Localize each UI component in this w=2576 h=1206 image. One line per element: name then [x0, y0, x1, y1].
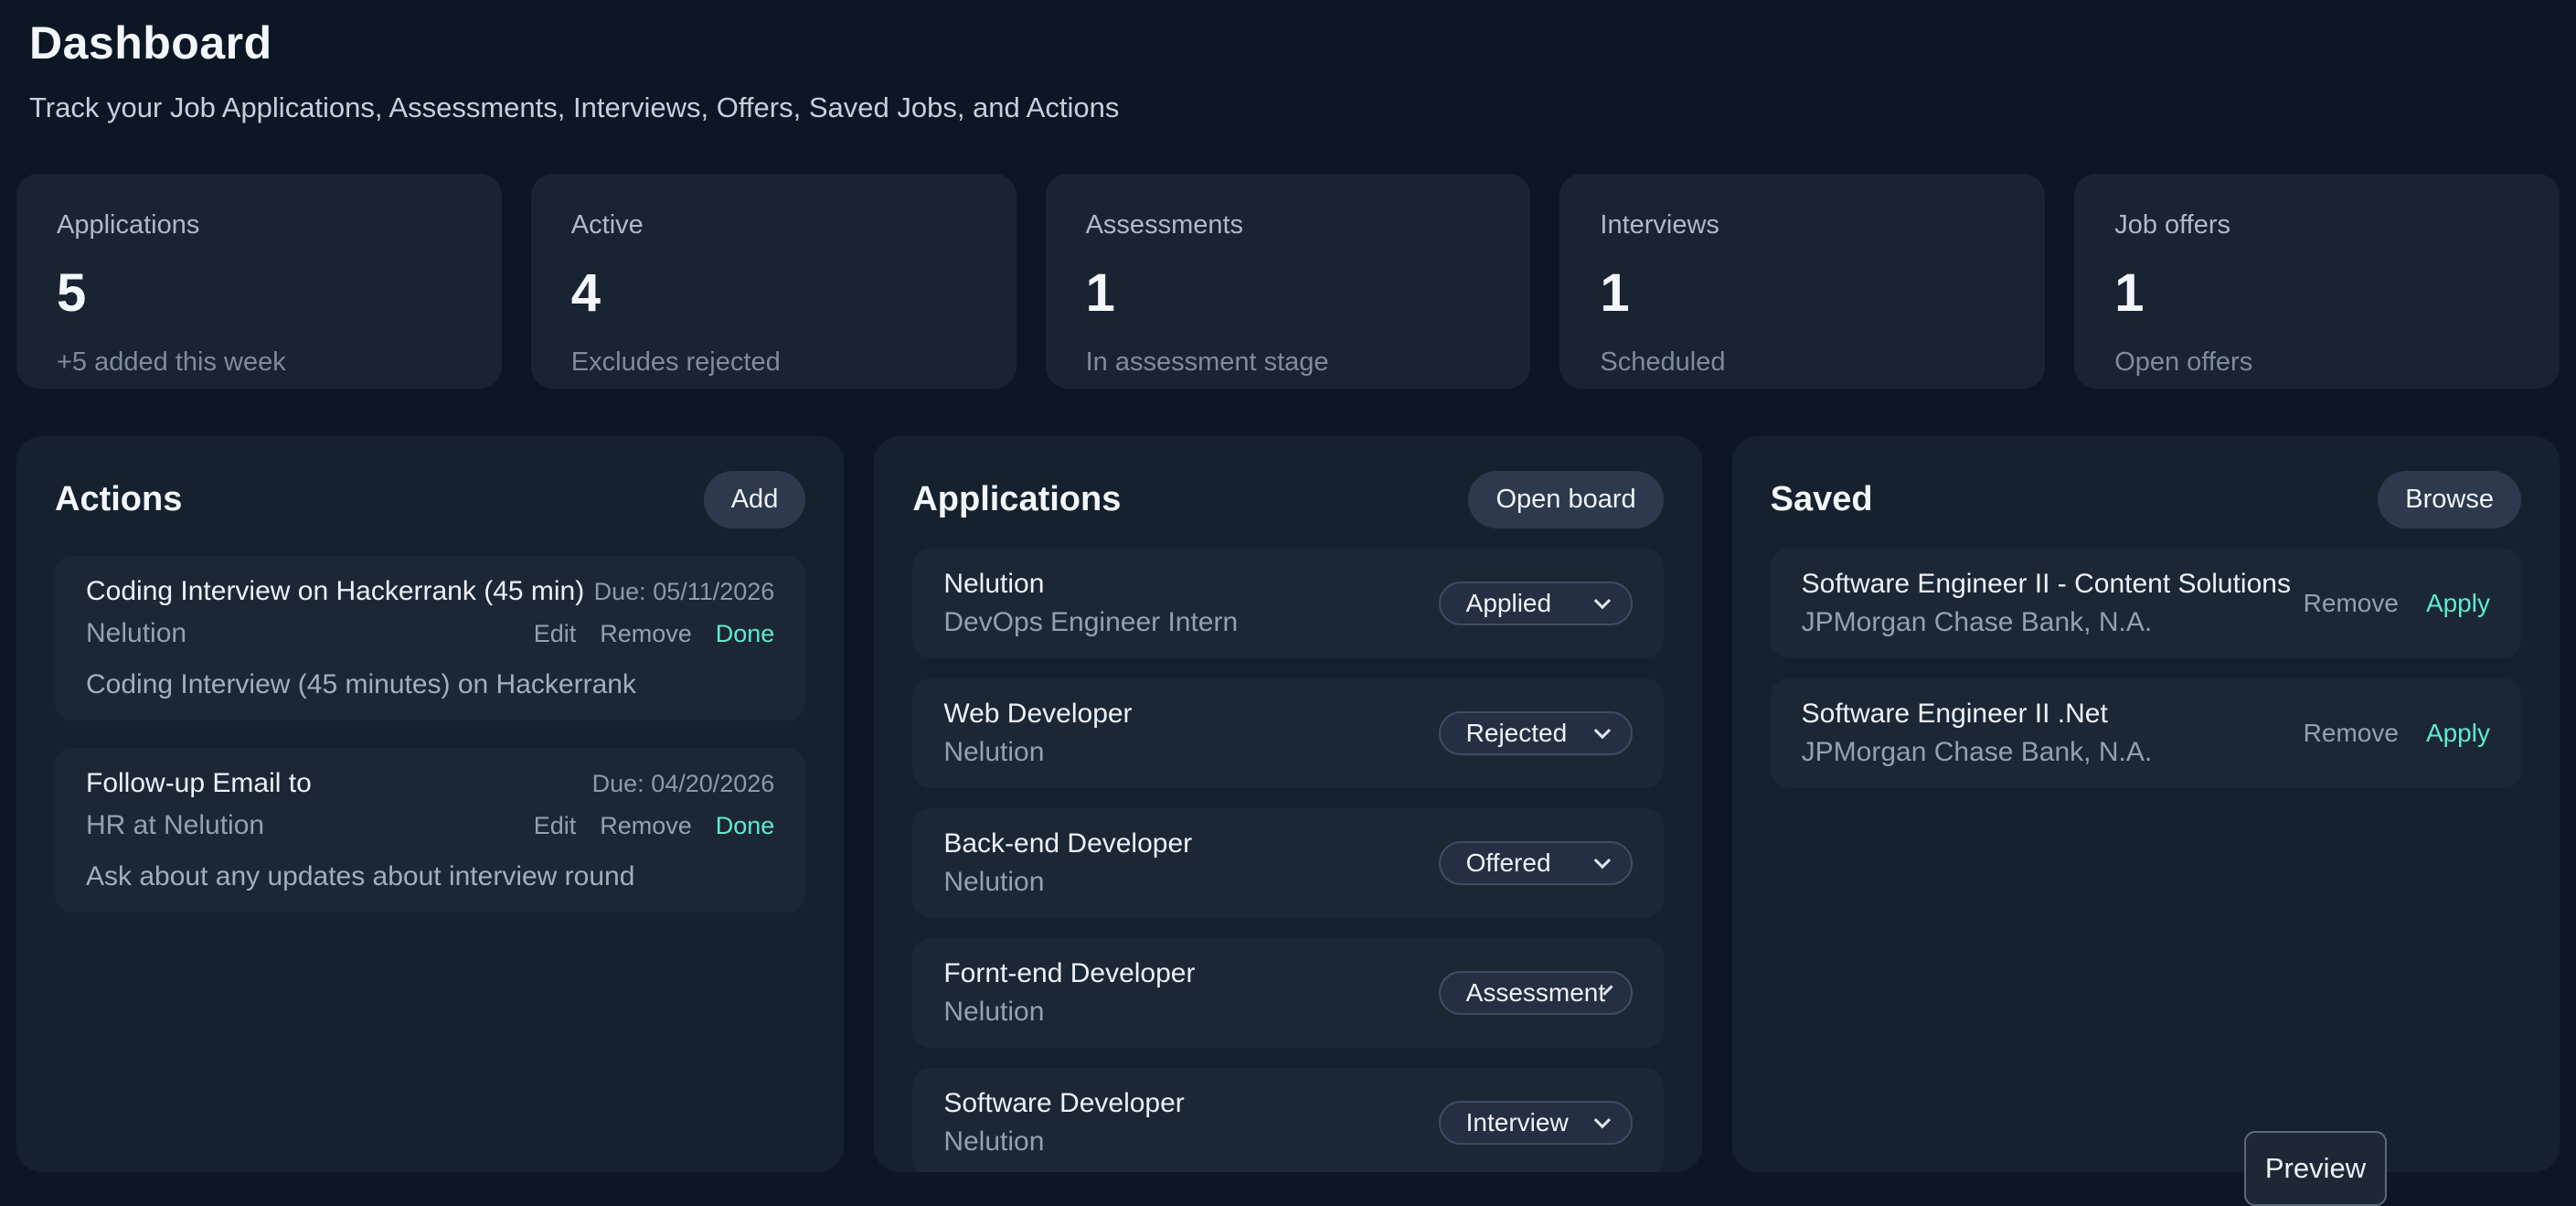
saved-job-title: Software Engineer II .Net	[1802, 699, 2153, 730]
done-action-link[interactable]: Done	[716, 620, 775, 648]
status-value: Interview	[1466, 1108, 1569, 1137]
remove-saved-link[interactable]: Remove	[2304, 589, 2399, 618]
stat-label: Job offers	[2114, 210, 2519, 240]
page-subtitle: Track your Job Applications, Assessments…	[29, 91, 2543, 124]
stat-label: Interviews	[1600, 210, 2005, 240]
stat-label: Applications	[57, 210, 462, 240]
dashboard-page: { "page": { "title": "Dashboard", "subti…	[0, 0, 2576, 1178]
application-line2: DevOps Engineer Intern	[943, 607, 1238, 638]
stat-value: 1	[1086, 262, 1491, 324]
remove-action-link[interactable]: Remove	[600, 620, 692, 648]
actions-panel-header: Actions Add	[55, 471, 805, 528]
chevron-down-icon	[1593, 721, 1610, 738]
actions-panel-title: Actions	[55, 480, 182, 519]
edit-action-link[interactable]: Edit	[534, 812, 577, 840]
stat-sub: In assessment stage	[1086, 347, 1491, 378]
stats-row: Applications 5 +5 added this week Active…	[0, 174, 2576, 389]
action-title: Coding Interview on Hackerrank (45 min)	[86, 576, 584, 607]
done-action-link[interactable]: Done	[716, 812, 775, 840]
action-description: Ask about any updates about interview ro…	[86, 861, 774, 892]
stat-value: 4	[571, 262, 976, 324]
status-select[interactable]: Rejected	[1439, 711, 1633, 755]
saved-panel: Saved Browse Software Engineer II - Cont…	[1732, 436, 2560, 1172]
actions-panel: Actions Add Coding Interview on Hackerra…	[16, 436, 844, 1172]
stat-sub: Open offers	[2114, 347, 2519, 378]
apply-link[interactable]: Apply	[2426, 719, 2490, 748]
application-line1: Software Developer	[943, 1088, 1184, 1119]
chevron-down-icon	[1593, 1111, 1610, 1127]
stat-card-interviews: Interviews 1 Scheduled	[1559, 174, 2045, 389]
applications-panel-title: Applications	[912, 480, 1121, 519]
edit-action-link[interactable]: Edit	[534, 620, 577, 648]
status-value: Applied	[1466, 589, 1551, 618]
action-title: Follow-up Email to	[86, 768, 312, 799]
saved-panel-header: Saved Browse	[1771, 471, 2521, 528]
chevron-down-icon	[1593, 851, 1610, 868]
page-header: Dashboard Track your Job Applications, A…	[0, 0, 2576, 124]
saved-job-row: Software Engineer II .Net JPMorgan Chase…	[1771, 678, 2521, 788]
application-row: Back-end Developer Nelution Offered	[912, 808, 1663, 918]
action-due-date: Due: 04/20/2026	[592, 770, 775, 798]
action-company: Nelution	[86, 618, 186, 649]
status-select[interactable]: Applied	[1439, 582, 1633, 625]
application-row: Fornt-end Developer Nelution Assessment	[912, 938, 1663, 1048]
stat-sub: Excludes rejected	[571, 347, 976, 378]
action-company: HR at Nelution	[86, 810, 264, 841]
saved-job-row: Software Engineer II - Content Solutions…	[1771, 549, 2521, 658]
stat-value: 1	[2114, 262, 2519, 324]
status-select[interactable]: Interview	[1439, 1101, 1633, 1145]
stat-sub: +5 added this week	[57, 347, 462, 378]
stat-value: 1	[1600, 262, 2005, 324]
remove-saved-link[interactable]: Remove	[2304, 719, 2399, 748]
status-value: Assessment	[1466, 978, 1606, 1008]
stat-label: Active	[571, 210, 976, 240]
application-line2: Nelution	[943, 1126, 1184, 1158]
stat-card-applications: Applications 5 +5 added this week	[16, 174, 502, 389]
saved-job-title: Software Engineer II - Content Solutions	[1802, 569, 2291, 600]
application-line2: Nelution	[943, 737, 1132, 768]
status-value: Offered	[1466, 848, 1551, 878]
stat-label: Assessments	[1086, 210, 1491, 240]
application-line1: Fornt-end Developer	[943, 958, 1195, 989]
application-line1: Nelution	[943, 569, 1238, 600]
action-due-date: Due: 05/11/2026	[594, 578, 775, 606]
stat-value: 5	[57, 262, 462, 324]
remove-action-link[interactable]: Remove	[600, 812, 692, 840]
action-item: Coding Interview on Hackerrank (45 min) …	[55, 556, 805, 720]
stat-card-active: Active 4 Excludes rejected	[531, 174, 1017, 389]
application-row: Nelution DevOps Engineer Intern Applied	[912, 549, 1663, 658]
apply-link[interactable]: Apply	[2426, 589, 2490, 618]
applications-panel-header: Applications Open board	[912, 471, 1663, 528]
status-select[interactable]: Assessment	[1439, 971, 1633, 1015]
application-row: Web Developer Nelution Rejected	[912, 678, 1663, 788]
page-title: Dashboard	[29, 16, 2543, 69]
application-line2: Nelution	[943, 997, 1195, 1028]
status-value: Rejected	[1466, 719, 1568, 748]
panels-row: Actions Add Coding Interview on Hackerra…	[0, 436, 2576, 1172]
action-item: Follow-up Email to Due: 04/20/2026 HR at…	[55, 748, 805, 913]
status-select[interactable]: Offered	[1439, 841, 1633, 885]
preview-button[interactable]: Preview	[2244, 1131, 2387, 1206]
applications-panel: Applications Open board Nelution DevOps …	[874, 436, 1701, 1172]
open-board-button[interactable]: Open board	[1468, 471, 1663, 528]
saved-panel-title: Saved	[1771, 480, 1873, 519]
chevron-down-icon	[1593, 592, 1610, 608]
browse-button[interactable]: Browse	[2378, 471, 2521, 528]
saved-job-company: JPMorgan Chase Bank, N.A.	[1802, 607, 2291, 638]
application-line1: Back-end Developer	[943, 828, 1192, 859]
stat-card-job-offers: Job offers 1 Open offers	[2074, 174, 2560, 389]
stat-card-assessments: Assessments 1 In assessment stage	[1046, 174, 1531, 389]
application-line1: Web Developer	[943, 699, 1132, 730]
add-action-button[interactable]: Add	[704, 471, 806, 528]
application-line2: Nelution	[943, 867, 1192, 898]
application-row: Software Developer Nelution Interview	[912, 1068, 1663, 1172]
stat-sub: Scheduled	[1600, 347, 2005, 378]
saved-job-company: JPMorgan Chase Bank, N.A.	[1802, 737, 2153, 768]
action-description: Coding Interview (45 minutes) on Hackerr…	[86, 669, 774, 700]
